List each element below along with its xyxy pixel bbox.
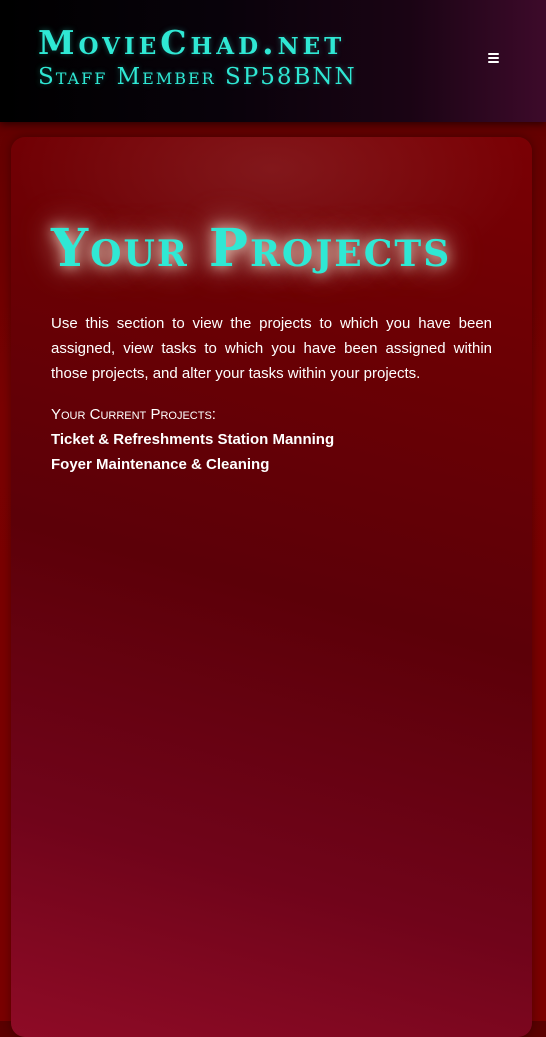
projects-card: Your Projects Use this section to view t… (11, 137, 532, 1037)
project-list: Ticket & Refreshments Station Manning Fo… (51, 427, 334, 477)
menu-bar (488, 53, 499, 55)
hamburger-menu-icon[interactable] (486, 52, 502, 66)
project-link-ticket-refreshments[interactable]: Ticket & Refreshments Station Manning (51, 427, 334, 452)
project-link-foyer-maintenance[interactable]: Foyer Maintenance & Cleaning (51, 452, 334, 477)
site-title[interactable]: MovieChad.net (38, 26, 357, 60)
page-title: Your Projects (51, 218, 452, 279)
menu-bar (488, 57, 499, 59)
intro-text: Use this section to view the projects to… (51, 315, 492, 382)
menu-bar (488, 61, 499, 63)
site-header: MovieChad.net Staff Member SP58BNN (0, 0, 546, 122)
site-brand[interactable]: MovieChad.net Staff Member SP58BNN (38, 26, 357, 91)
current-projects-heading: Your Current Projects: (51, 406, 216, 423)
staff-member-label: Staff Member SP58BNN (38, 64, 357, 90)
